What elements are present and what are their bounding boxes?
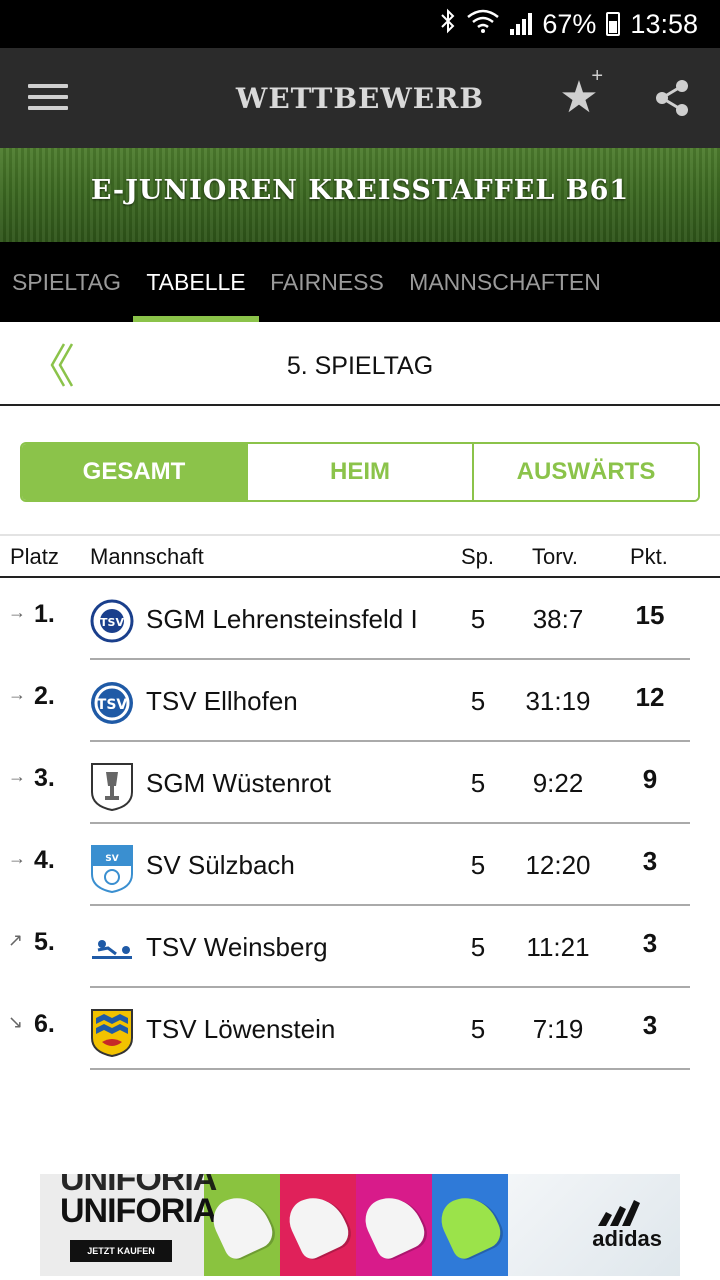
svg-text:TSV: TSV: [97, 697, 128, 713]
points: 15: [635, 600, 665, 630]
bluetooth-icon: [440, 8, 456, 41]
wifi-icon: [466, 9, 500, 40]
tab-spieltag[interactable]: SPIELTAG: [0, 242, 133, 322]
team-name: SV Sülzbach: [146, 850, 295, 880]
position: 3.: [34, 764, 55, 792]
games-played: 5: [470, 932, 486, 962]
goal-ratio: 12:20: [525, 850, 591, 880]
ad-brand-panel: adidas: [508, 1174, 680, 1276]
team-name: TSV Löwenstein: [146, 1014, 336, 1044]
goal-ratio: 7:19: [532, 1014, 584, 1044]
competition-banner: E-JUNIOREN KREISSTAFFEL B61: [0, 148, 720, 242]
battery-percent: 67%: [542, 8, 597, 39]
table-row[interactable]: → 3. SGM Wüstenrot 5 9:22 9: [0, 742, 720, 824]
round-title: 5. SPIELTAG: [286, 352, 434, 380]
team-crest-icon: [90, 926, 134, 972]
ad-banner[interactable]: UNIFORIA UNIFORIA JETZT KAUFEN adidas: [40, 1174, 680, 1276]
position: 5.: [34, 928, 55, 956]
ad-shoe-image: [280, 1174, 356, 1276]
team-crest-icon: TSV: [90, 598, 134, 644]
trend-icon: ↗: [8, 930, 24, 950]
signal-icon: [510, 13, 533, 35]
position: 6.: [34, 1010, 55, 1038]
trend-icon: →: [8, 602, 26, 622]
menu-icon[interactable]: [28, 84, 68, 112]
battery-icon: [606, 12, 621, 36]
position: 1.: [34, 600, 55, 628]
favorite-star-icon[interactable]: ★ +: [553, 66, 605, 124]
trend-icon: →: [8, 848, 26, 868]
ad-headline-panel: UNIFORIA UNIFORIA JETZT KAUFEN: [40, 1174, 217, 1276]
goal-ratio: 9:22: [532, 768, 584, 798]
ad-headline: UNIFORIA: [60, 1192, 217, 1230]
goal-ratio: 11:21: [526, 932, 590, 962]
adidas-logo-icon: [598, 1200, 640, 1226]
points: 3: [642, 846, 658, 876]
page-title: WETTBEWERB: [235, 81, 485, 115]
games-played: 5: [470, 686, 486, 716]
ad-cta-button[interactable]: JETZT KAUFEN: [70, 1240, 172, 1262]
standings-table: Platz Mannschaft Sp. Torv. Pkt. → 1. TSV…: [0, 534, 720, 1070]
tab-bar: SPIELTAG TABELLE FAIRNESS MANNSCHAFTEN: [0, 242, 720, 322]
team-crest-icon: [90, 762, 134, 812]
ad-brand-name: adidas: [592, 1226, 662, 1251]
competition-title: E-JUNIOREN KREISSTAFFEL B61: [90, 174, 630, 206]
header-torverhaeltnis: Torv.: [532, 544, 579, 569]
games-played: 5: [470, 604, 486, 634]
team-crest-icon: TSV: [90, 680, 134, 726]
header-spiele: Sp.: [461, 544, 495, 569]
tab-tabelle[interactable]: TABELLE: [133, 242, 259, 322]
goal-ratio: 38:7: [532, 604, 584, 634]
status-bar: 67% 13:58: [0, 0, 720, 48]
trend-icon: →: [8, 766, 26, 786]
clock: 13:58: [630, 8, 698, 39]
points: 3: [642, 928, 658, 958]
svg-text:TSV: TSV: [100, 616, 124, 629]
team-name: TSV Weinsberg: [146, 932, 328, 962]
games-played: 5: [470, 850, 486, 880]
team-name: SGM Lehrensteinsfeld I: [146, 604, 418, 634]
team-name: SGM Wüstenrot: [146, 768, 331, 798]
team-crest-icon: SV: [90, 844, 134, 894]
trend-icon: ↘: [8, 1012, 24, 1032]
ad-shoe-image: [432, 1174, 508, 1276]
header-mannschaft: Mannschaft: [90, 544, 204, 569]
games-played: 5: [470, 1014, 486, 1044]
trend-icon: →: [8, 684, 26, 704]
points: 12: [635, 682, 665, 712]
table-row[interactable]: → 1. TSV SGM Lehrensteinsfeld I 5 38:7 1…: [0, 578, 720, 660]
team-name: TSV Ellhofen: [146, 686, 298, 716]
games-played: 5: [470, 768, 486, 798]
team-crest-icon: [90, 1008, 134, 1058]
share-icon[interactable]: [650, 76, 694, 120]
table-row[interactable]: → 2. TSV TSV Ellhofen 5 31:19 12: [0, 660, 720, 742]
round-selector: 5. SPIELTAG: [0, 322, 720, 406]
app-bar: WETTBEWERB ★ +: [0, 48, 720, 148]
goal-ratio: 31:19: [525, 686, 591, 716]
header-platz: Platz: [10, 544, 59, 569]
position: 4.: [34, 846, 55, 874]
table-row[interactable]: ↗ 5. TSV Weinsberg 5 11:21 3: [0, 906, 720, 988]
points: 9: [642, 764, 658, 794]
table-header: Platz Mannschaft Sp. Torv. Pkt.: [0, 534, 720, 578]
row-divider: [90, 1068, 690, 1070]
ad-shoe-image: [356, 1174, 432, 1276]
svg-text:SV: SV: [105, 854, 118, 864]
header-punkte: Pkt.: [630, 544, 668, 569]
chevron-left-icon[interactable]: [44, 342, 80, 388]
filter-auswaerts-button[interactable]: AUSWÄRTS: [474, 444, 698, 500]
filter-heim-button[interactable]: HEIM: [248, 444, 474, 500]
home-away-filter: GESAMT HEIM AUSWÄRTS: [20, 442, 700, 502]
tab-fairness[interactable]: FAIRNESS: [259, 242, 395, 322]
table-row[interactable]: ↘ 6. TSV Löwenstein 5 7:19 3: [0, 988, 720, 1070]
filter-gesamt-button[interactable]: GESAMT: [22, 444, 248, 500]
table-row[interactable]: → 4. SV SV Sülzbach 5 12:20 3: [0, 824, 720, 906]
tab-mannschaften[interactable]: MANNSCHAFTEN: [395, 242, 615, 322]
position: 2.: [34, 682, 55, 710]
points: 3: [642, 1010, 658, 1040]
